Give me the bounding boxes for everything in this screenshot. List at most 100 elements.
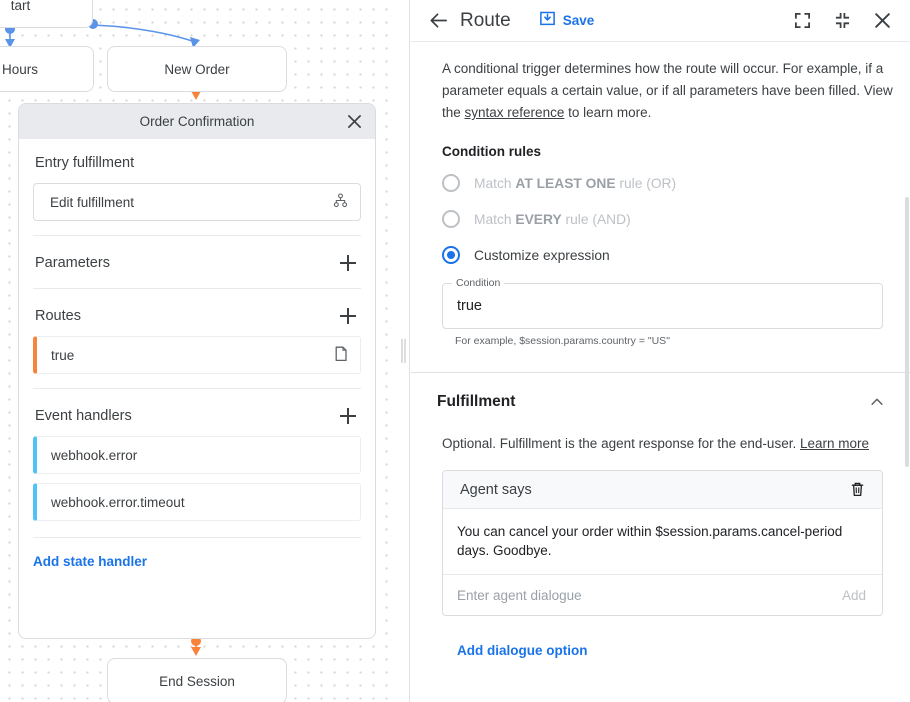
trash-icon-glyph: [849, 481, 866, 498]
condition-input-label: Condition: [452, 277, 504, 289]
close-icon[interactable]: [867, 6, 897, 36]
route-side-panel: Route Save: [411, 0, 910, 702]
chevron-up-icon-glyph: [869, 394, 885, 410]
condition-input-value: true: [457, 298, 482, 314]
agent-dialogue-input-row: Enter agent dialogue Add: [443, 575, 882, 615]
flow-node-hours[interactable]: Hours: [0, 46, 94, 92]
add-state-handler-link[interactable]: Add state handler: [33, 554, 147, 569]
radio-strong: EVERY: [515, 212, 561, 227]
radio-option-or[interactable]: Match AT LEAST ONE rule (OR): [442, 165, 910, 201]
collapse-icon[interactable]: [827, 6, 857, 36]
fulfillment-description: Optional. Fulfillment is the agent respo…: [411, 413, 910, 454]
account-tree-icon: [333, 193, 348, 211]
add-parameter-button[interactable]: [337, 252, 359, 274]
agent-says-title: Agent says: [460, 482, 532, 498]
collapse-icon-glyph: [834, 12, 851, 29]
fulfillment-title: Fulfillment: [437, 393, 515, 411]
back-arrow-icon[interactable]: [425, 8, 451, 34]
learn-more-link[interactable]: Learn more: [800, 436, 869, 451]
close-icon[interactable]: [343, 111, 365, 133]
radio-prefix: Match: [474, 212, 515, 227]
route-intro-text: A conditional trigger determines how the…: [411, 42, 910, 124]
route-item-label: true: [51, 348, 334, 363]
event-handler-label: webhook.error.timeout: [51, 495, 348, 510]
detail-panel-body: Entry fulfillment Edit fulfillment: [19, 139, 375, 638]
account-tree-icon-glyph: [333, 193, 348, 208]
section-title: Entry fulfillment: [35, 155, 134, 171]
syntax-reference-link[interactable]: syntax reference: [465, 105, 565, 120]
save-icon-glyph: [539, 10, 556, 27]
intro-text-after: to learn more.: [564, 105, 651, 120]
radio-icon: [442, 210, 460, 228]
edit-fulfillment-label: Edit fulfillment: [50, 195, 333, 210]
agent-dialogue-input[interactable]: Enter agent dialogue: [457, 588, 842, 603]
flow-node-start[interactable]: tart: [0, 0, 93, 28]
flow-node-label: tart: [11, 0, 31, 13]
route-panel-title: Route: [460, 10, 511, 32]
section-header: Parameters: [33, 252, 361, 274]
agent-says-message[interactable]: You can cancel your order within $sessio…: [443, 509, 882, 575]
section-header: Entry fulfillment: [33, 155, 361, 171]
section-routes: Routes true: [33, 289, 361, 389]
flow-canvas[interactable]: tart Hours New Order End Session Order C…: [0, 0, 398, 702]
radio-option-or-label: Match AT LEAST ONE rule (OR): [474, 176, 676, 191]
section-title: Parameters: [35, 255, 110, 271]
close-icon-glyph: [873, 11, 892, 30]
add-route-button[interactable]: [337, 305, 359, 327]
event-handler-item[interactable]: webhook.error: [33, 436, 361, 474]
detail-panel-header: Order Confirmation: [19, 104, 375, 139]
flow-node-label: New Order: [164, 62, 229, 77]
section-header: Event handlers: [33, 405, 361, 427]
radio-suffix: rule (AND): [562, 212, 631, 227]
event-handler-item[interactable]: webhook.error.timeout: [33, 483, 361, 521]
radio-icon-selected: [442, 246, 460, 264]
radio-option-customize-label: Customize expression: [474, 248, 610, 263]
add-dialogue-button[interactable]: Add: [842, 588, 866, 603]
flow-node-label: End Session: [159, 674, 235, 689]
section-event-handlers: Event handlers webhook.error webhook.err…: [33, 389, 361, 521]
section-title: Routes: [35, 308, 81, 324]
page-detail-panel: Order Confirmation Entry fulfillment Edi…: [18, 103, 376, 639]
page-icon: [334, 346, 348, 365]
save-icon: [539, 10, 556, 32]
radio-option-and-label: Match EVERY rule (AND): [474, 212, 631, 227]
app-root: tart Hours New Order End Session Order C…: [0, 0, 910, 702]
flow-node-label: Hours: [2, 62, 38, 77]
back-arrow-icon-glyph: [428, 10, 449, 31]
event-handler-label: webhook.error: [51, 448, 348, 463]
flow-node-new-order[interactable]: New Order: [107, 46, 287, 92]
chevron-up-icon[interactable]: [866, 391, 888, 413]
agent-says-card-header: Agent says: [443, 471, 882, 509]
fulfillment-section-header[interactable]: Fulfillment: [411, 373, 910, 413]
section-title: Event handlers: [35, 408, 132, 424]
radio-option-customize-expression[interactable]: Customize expression: [442, 237, 910, 273]
trash-icon[interactable]: [846, 479, 868, 501]
route-panel-scroll-area[interactable]: A conditional trigger determines how the…: [411, 42, 910, 702]
fulfillment-desc-text: Optional. Fulfillment is the agent respo…: [442, 436, 800, 451]
edit-fulfillment-button[interactable]: Edit fulfillment: [33, 183, 361, 221]
save-button-label: Save: [563, 13, 595, 28]
panel-resize-handle[interactable]: [398, 0, 410, 702]
condition-input[interactable]: Condition true: [442, 283, 883, 329]
agent-says-card: Agent says You can cancel your order wit…: [442, 470, 883, 616]
radio-suffix: rule (OR): [616, 176, 677, 191]
radio-option-and[interactable]: Match EVERY rule (AND): [442, 201, 910, 237]
radio-icon: [442, 174, 460, 192]
page-icon-glyph: [334, 346, 348, 362]
section-header: Routes: [33, 305, 361, 327]
route-item-true[interactable]: true: [33, 336, 361, 374]
detail-panel-title: Order Confirmation: [140, 114, 255, 129]
add-event-handler-button[interactable]: [337, 405, 359, 427]
expand-icon[interactable]: [787, 6, 817, 36]
flow-node-end-session[interactable]: End Session: [107, 658, 287, 702]
section-parameters: Parameters: [33, 236, 361, 289]
section-entry-fulfillment: Entry fulfillment Edit fulfillment: [33, 139, 361, 236]
add-dialogue-option-link[interactable]: Add dialogue option: [457, 643, 587, 658]
expand-icon-glyph: [794, 12, 811, 29]
resize-grip-icon: [401, 339, 406, 363]
condition-input-hint: For example, $session.params.country = "…: [455, 335, 910, 347]
radio-prefix: Match: [474, 176, 515, 191]
radio-strong: AT LEAST ONE: [515, 176, 615, 191]
panel-scrollbar[interactable]: [905, 197, 909, 467]
save-button[interactable]: Save: [535, 7, 599, 35]
